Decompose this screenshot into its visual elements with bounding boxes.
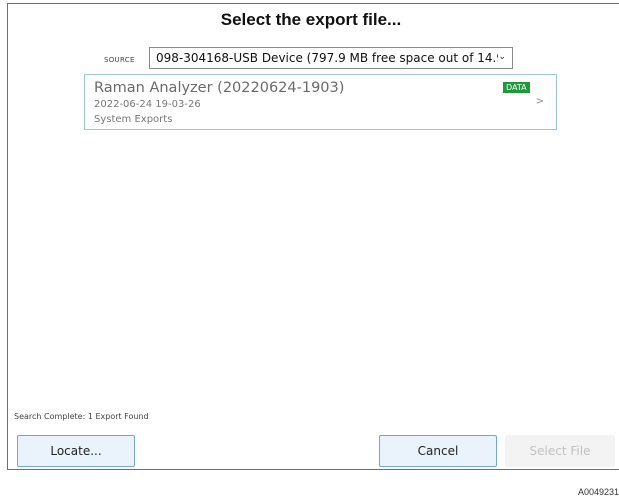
export-list-item[interactable]: Raman Analyzer (20220624-1903) 2022-06-2… [84,74,557,130]
export-file-dialog: Select the export file... SOURCE 098-304… [7,3,619,470]
chevron-right-icon: > [535,96,544,107]
dialog-title: Select the export file... [220,10,402,29]
export-source: System Exports [94,114,173,125]
export-name: Raman Analyzer (20220624-1903) [94,80,345,96]
source-label: SOURCE [104,56,135,64]
data-badge: DATA [503,82,530,93]
chevron-down-icon: ⌄ [498,52,506,62]
select-file-button[interactable]: Select File [505,435,615,467]
search-status: Search Complete: 1 Export Found [14,412,149,421]
source-dropdown-value: 098-304168-USB Device (797.9 MB free spa… [156,51,498,65]
figure-id: A0049231 [577,487,619,497]
cancel-button[interactable]: Cancel [379,435,497,467]
source-dropdown[interactable]: 098-304168-USB Device (797.9 MB free spa… [149,47,513,69]
export-date: 2022-06-24 19-03-26 [94,99,201,110]
locate-button[interactable]: Locate... [17,435,135,467]
